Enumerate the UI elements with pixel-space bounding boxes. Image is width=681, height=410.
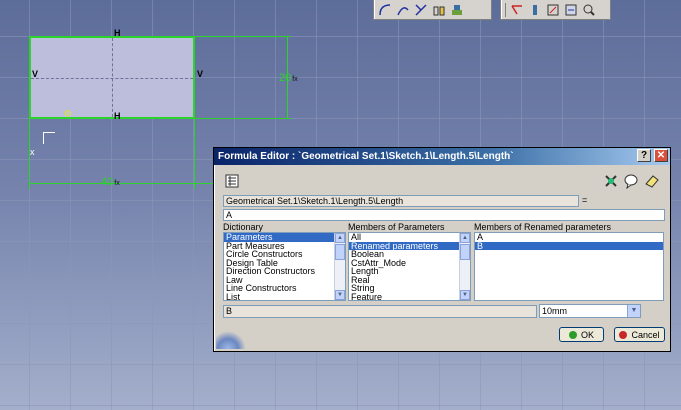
selected-parameter-field: B (223, 305, 537, 318)
value-select-text: 10mm (542, 306, 568, 316)
formula-input[interactable]: A (223, 209, 665, 221)
list-item[interactable]: Feature (349, 292, 470, 300)
sketch-tools-toolbar (373, 0, 492, 20)
scroll-up-icon[interactable]: ▲ (460, 233, 470, 243)
extension-line-top (195, 36, 291, 37)
cancel-icon (619, 330, 628, 339)
vertical-constraint-left[interactable]: V (32, 69, 38, 79)
value-select[interactable]: 10mm ▼ (539, 304, 641, 318)
toolbar-separator (505, 2, 506, 17)
scroll-thumb[interactable] (460, 244, 470, 260)
axis-y-line (43, 132, 44, 144)
list-item[interactable]: A (475, 233, 663, 242)
horizontal-constraint-top[interactable]: H (114, 28, 121, 38)
scroll-down-icon[interactable]: ▼ (335, 290, 345, 300)
formula-icon: fx (114, 180, 120, 187)
close-button[interactable]: ✕ (654, 149, 668, 162)
dimension-vertical-value: 20 (279, 72, 292, 84)
constraint-icon[interactable] (510, 3, 524, 17)
trim-icon[interactable] (414, 3, 428, 17)
coincidence-marker: ⊙ (64, 108, 72, 118)
axis-x-line (43, 132, 55, 133)
vertical-constraint-right[interactable]: V (197, 69, 203, 79)
dictionary-header: Dictionary (223, 222, 264, 232)
insert-function-icon[interactable] (224, 173, 240, 189)
globe-logo (216, 331, 246, 349)
eraser-icon[interactable] (644, 173, 660, 189)
dimension-line-horizontal (29, 183, 214, 184)
dimension-vertical[interactable]: 20fx (279, 72, 298, 84)
sketch-rectangle[interactable] (29, 36, 195, 119)
ok-icon (568, 330, 577, 339)
animate-icon[interactable] (564, 3, 578, 17)
dialog-titlebar[interactable]: Formula Editor : `Geometrical Set.1\Sket… (214, 148, 670, 165)
dictionary-scrollbar[interactable]: ▲ ▼ (334, 233, 345, 300)
scroll-thumb[interactable] (335, 244, 345, 260)
ok-label: OK (580, 329, 594, 340)
extension-line-rect-right (194, 119, 195, 189)
dictionary-list[interactable]: Parameters Part Measures Circle Construc… (223, 232, 346, 301)
fix-icon[interactable] (528, 3, 542, 17)
rectangle-v-centerline (112, 38, 113, 117)
dimension-horizontal[interactable]: 40fx (101, 176, 120, 188)
ok-button[interactable]: OK (559, 327, 604, 342)
corner-icon[interactable] (378, 3, 392, 17)
formula-editor-dialog: Formula Editor : `Geometrical Set.1\Sket… (213, 147, 671, 352)
list-item[interactable]: List (224, 292, 345, 300)
scroll-down-icon[interactable]: ▼ (460, 290, 470, 300)
chevron-down-icon[interactable]: ▼ (627, 305, 640, 317)
help-button[interactable]: ? (637, 149, 651, 162)
renamed-members-header: Members of Renamed parameters (474, 222, 612, 232)
parameter-tree-icon[interactable] (603, 173, 619, 189)
dialog-title: Formula Editor : `Geometrical Set.1\Sket… (218, 151, 514, 162)
extension-line-right (195, 118, 291, 119)
constraint-toolbar (500, 0, 611, 20)
auto-constraint-icon[interactable] (546, 3, 560, 17)
cancel-label: Cancel (631, 329, 660, 340)
renamed-members-list[interactable]: A B (474, 232, 664, 301)
equals-sign: = (582, 195, 588, 205)
horizontal-constraint-bottom[interactable]: H (114, 111, 121, 121)
list-item[interactable]: Line Constructors (224, 284, 345, 293)
formula-icon: fx (292, 76, 298, 83)
dimension-horizontal-value: 40 (101, 176, 114, 188)
cancel-button[interactable]: Cancel (614, 327, 665, 342)
members-scrollbar[interactable]: ▲ ▼ (459, 233, 470, 300)
axis-x-label: x (30, 147, 35, 157)
parameter-path-field: Geometrical Set.1\Sketch.1\Length.5\Leng… (223, 195, 579, 207)
mirror-icon[interactable] (432, 3, 446, 17)
members-header: Members of Parameters (348, 222, 445, 232)
list-item[interactable]: B (475, 241, 663, 250)
project-icon[interactable] (450, 3, 464, 17)
scroll-up-icon[interactable]: ▲ (335, 233, 345, 243)
members-list[interactable]: All Renamed parameters Boolean CstAttr_M… (348, 232, 471, 301)
edit-multi-icon[interactable] (582, 3, 596, 17)
comment-icon[interactable] (623, 173, 639, 189)
arc-icon[interactable] (396, 3, 410, 17)
